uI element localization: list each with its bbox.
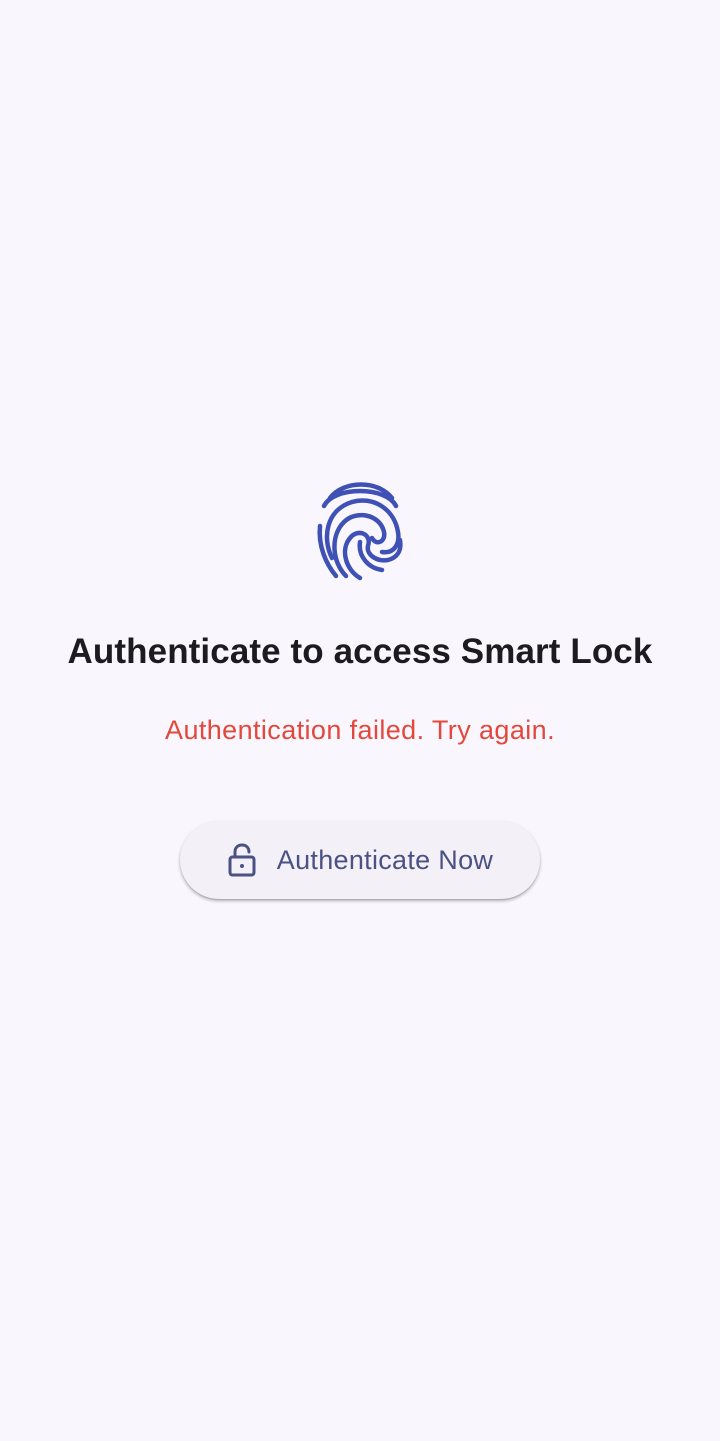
fingerprint-icon xyxy=(310,476,410,584)
error-message: Authentication failed. Try again. xyxy=(165,715,555,745)
authenticate-now-label: Authenticate Now xyxy=(276,844,494,875)
authenticate-now-button[interactable]: Authenticate Now xyxy=(180,821,540,899)
page-title: Authenticate to access Smart Lock xyxy=(67,632,653,671)
lock-open-icon xyxy=(228,843,256,877)
auth-screen: Authenticate to access Smart Lock Authen… xyxy=(0,0,720,1441)
